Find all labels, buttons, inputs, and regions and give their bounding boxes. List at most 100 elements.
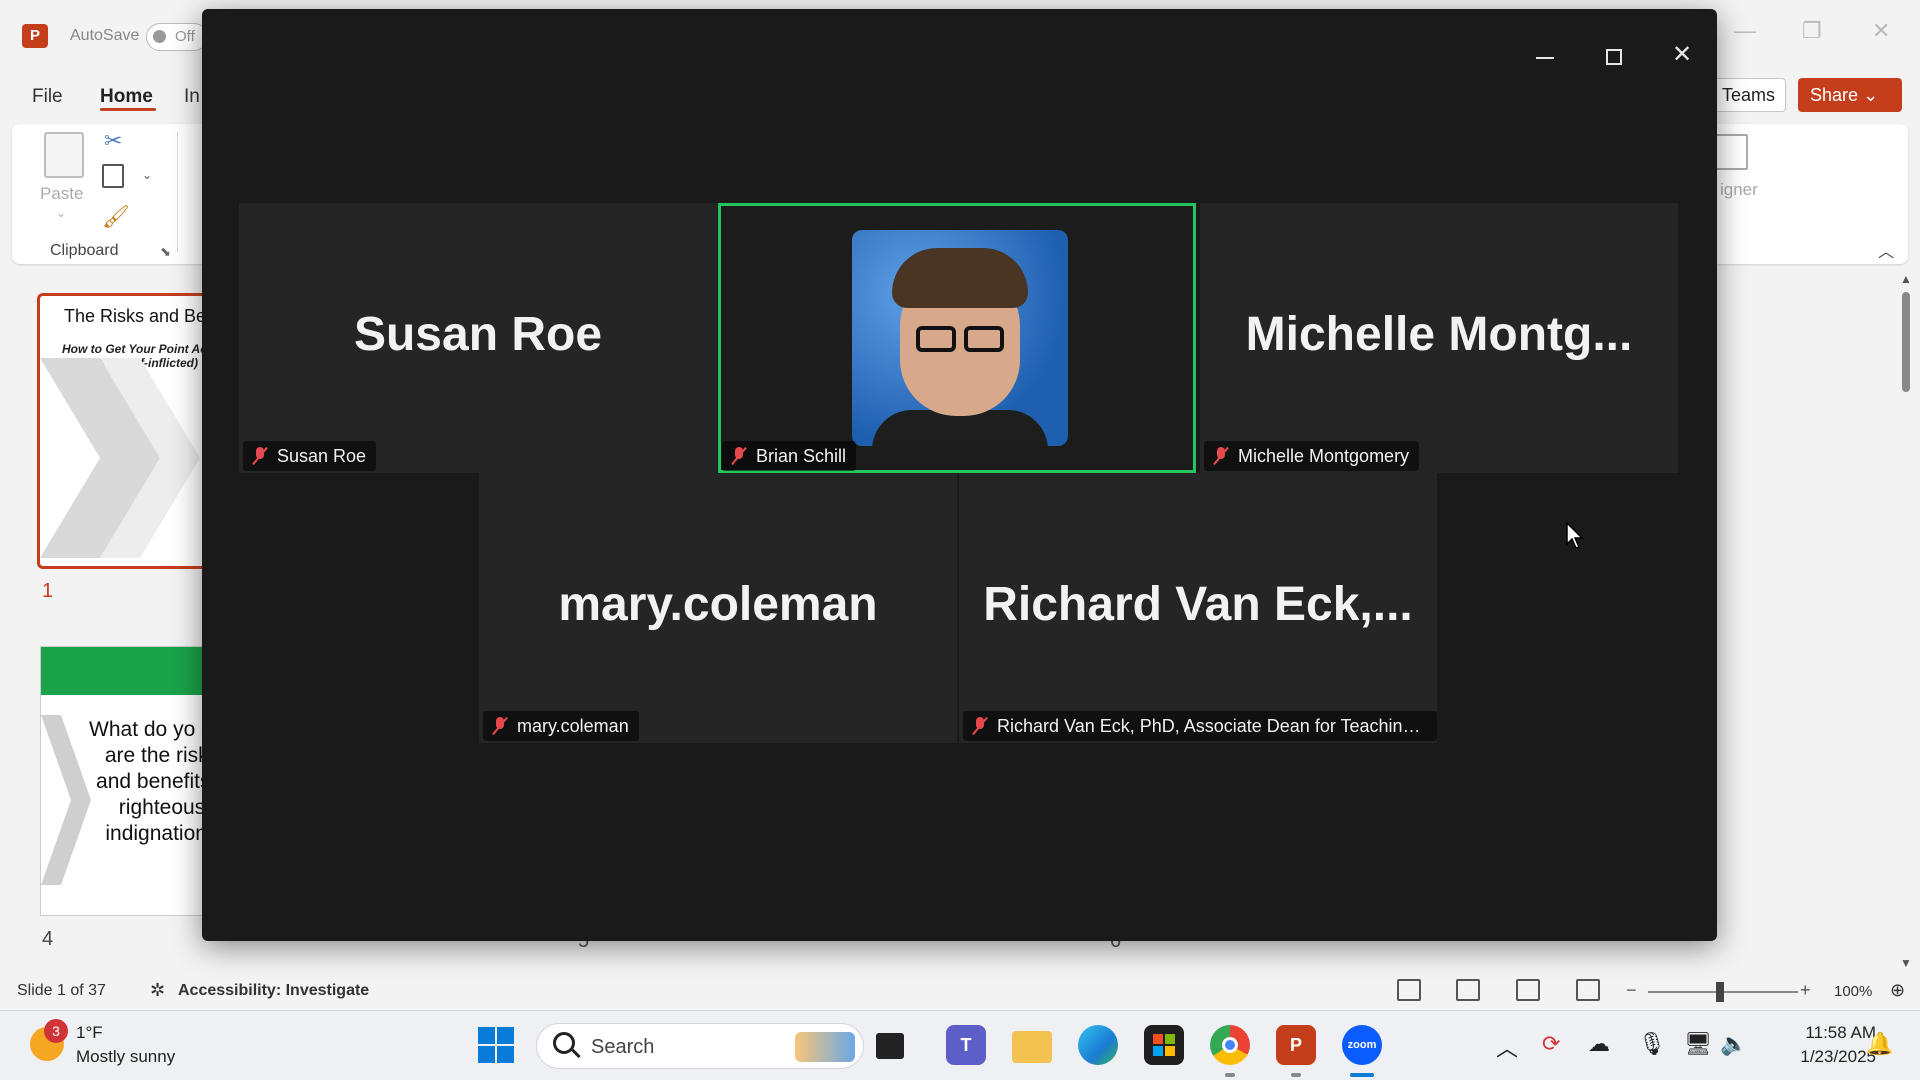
chevron-down-icon[interactable]: ⌄ (142, 168, 152, 182)
chevron-up-icon[interactable]: ︿ (1496, 1031, 1518, 1063)
participant-name-label: mary.coleman (483, 711, 639, 741)
microsoft-store-icon[interactable] (1144, 1025, 1184, 1065)
tab-insert[interactable]: In (184, 86, 200, 108)
active-app-indicator (1350, 1073, 1374, 1077)
clock-date[interactable]: 1/23/2025 (1776, 1047, 1876, 1067)
search-icon-handle (571, 1048, 581, 1059)
zoom-in-icon[interactable]: + (1800, 980, 1811, 1001)
slideshow-view-icon[interactable] (1576, 979, 1600, 1001)
ribbon-divider (177, 132, 178, 252)
maximize-icon[interactable] (1606, 49, 1622, 65)
clipboard-group-label: Clipboard (50, 242, 119, 259)
copy-icon[interactable] (102, 164, 124, 188)
autosave-state: Off (175, 28, 195, 45)
chevron-down-icon[interactable]: ⌄ (56, 206, 66, 220)
designer-icon[interactable] (1714, 134, 1748, 170)
volume-icon[interactable]: 🔈 (1720, 1031, 1747, 1057)
slide-chevron-graphic (40, 358, 200, 558)
participant-tile-active-speaker[interactable]: Brian Schill (718, 203, 1196, 473)
accessibility-status[interactable]: Accessibility: Investigate (178, 982, 369, 1000)
participant-tile[interactable]: Susan Roe Susan Roe (239, 203, 717, 473)
powerpoint-icon[interactable]: P (1276, 1025, 1316, 1065)
glasses-icon (916, 326, 956, 352)
teams-button[interactable]: Teams (1706, 78, 1786, 112)
weather-temperature[interactable]: 1°F (76, 1023, 103, 1043)
participant-video (852, 230, 1068, 446)
onedrive-icon[interactable]: ☁ (1588, 1031, 1610, 1057)
paste-button-label[interactable]: Paste (40, 184, 83, 204)
muted-mic-icon (492, 716, 508, 736)
cut-icon[interactable]: ✂ (104, 128, 122, 154)
teams-icon[interactable]: T (946, 1025, 986, 1065)
chevron-up-icon[interactable]: ︿ (1878, 238, 1894, 262)
paste-icon[interactable] (44, 132, 84, 178)
windows-taskbar: 3 1°F Mostly sunny Search T P zoom ︿ ⟳ ☁… (0, 1010, 1920, 1080)
participant-display-name: Richard Van Eck,... (983, 578, 1413, 631)
zoom-out-icon[interactable]: − (1626, 980, 1637, 1001)
toggle-knob-icon (153, 30, 166, 43)
slide-thumbnail-1[interactable]: The Risks and Be How to Get Your Point A… (37, 293, 217, 569)
muted-mic-icon (1213, 446, 1229, 466)
slide-sorter-view-icon[interactable] (1456, 979, 1480, 1001)
zoom-icon[interactable]: zoom (1342, 1025, 1382, 1065)
accessibility-icon[interactable]: ✲ (150, 980, 165, 1001)
designer-label[interactable]: igner (1720, 180, 1758, 200)
zoom-level[interactable]: 100% (1834, 983, 1872, 1000)
search-highlight-image (795, 1032, 855, 1062)
participant-name: Brian Schill (756, 446, 847, 466)
slide-body-text: What do yo see are the risks and benefit… (89, 718, 215, 845)
zoom-meeting-window: ✕ Susan Roe Susan Roe Brian Schill Miche… (202, 9, 1717, 941)
reading-view-icon[interactable] (1516, 979, 1540, 1001)
scroll-up-icon[interactable]: ▲ (1900, 272, 1912, 286)
share-button[interactable]: Share ⌄ (1798, 78, 1902, 112)
autosave-toggle[interactable]: Off (146, 23, 208, 51)
taskbar-search[interactable]: Search (536, 1023, 864, 1069)
participant-display-name: Michelle Montg... (1245, 308, 1633, 361)
black-window-app-icon[interactable] (876, 1033, 904, 1059)
ppt-close-icon[interactable]: ✕ (1872, 18, 1890, 44)
zoom-slider-thumb[interactable] (1716, 982, 1724, 1002)
scroll-down-icon[interactable]: ▼ (1900, 956, 1912, 970)
tab-home[interactable]: Home (100, 86, 153, 108)
slide-subtitle-line: How to Get Your Point Acr (62, 342, 212, 356)
dialog-launcher-icon[interactable]: ⬊ (160, 244, 171, 260)
participant-tile[interactable]: mary.coleman mary.coleman (479, 473, 957, 743)
tab-file[interactable]: File (32, 86, 63, 108)
vertical-scrollbar[interactable]: ▲ ▼ (1898, 272, 1916, 972)
normal-view-icon[interactable] (1397, 979, 1421, 1001)
chrome-icon[interactable] (1210, 1025, 1250, 1065)
format-painter-icon[interactable]: 🖌 (102, 204, 130, 230)
slide-title: The Risks and Be (64, 306, 207, 326)
mouse-cursor-icon (1566, 522, 1584, 549)
start-button[interactable] (478, 1027, 514, 1063)
clock-time[interactable]: 11:58 AM (1776, 1023, 1876, 1043)
chevron-down-icon: ⌄ (1863, 85, 1879, 105)
scrollbar-thumb[interactable] (1902, 292, 1910, 392)
ppt-minimize-icon[interactable]: — (1734, 18, 1756, 44)
status-bar: Slide 1 of 37 ✲ Accessibility: Investiga… (0, 976, 1920, 1006)
running-indicator (1225, 1073, 1235, 1077)
slide-thumbnail-4[interactable]: What do yo see are the risks and benefit… (40, 646, 215, 916)
participant-name: Michelle Montgomery (1238, 446, 1410, 466)
participant-name: Susan Roe (277, 446, 367, 466)
minimize-icon[interactable] (1536, 57, 1554, 59)
network-icon[interactable]: 🖥 (1684, 1031, 1712, 1057)
fit-to-window-icon[interactable]: ⊕ (1890, 980, 1905, 1001)
participant-tile[interactable]: Michelle Montg... Michelle Montgomery (1200, 203, 1678, 473)
notification-bell-icon[interactable]: 🔔 (1866, 1031, 1893, 1057)
ppt-restore-icon[interactable]: ❐ (1802, 18, 1822, 44)
slide-thumbnail-panel: The Risks and Be How to Get Your Point A… (0, 270, 217, 970)
edge-icon[interactable] (1078, 1025, 1118, 1065)
participant-name-label: Susan Roe (243, 441, 377, 471)
participant-name-label: Brian Schill (722, 441, 857, 471)
file-explorer-icon[interactable] (1012, 1031, 1052, 1063)
close-icon[interactable]: ✕ (1662, 35, 1702, 75)
windows-logo-pane (478, 1027, 495, 1044)
participant-display-name: Susan Roe (353, 308, 603, 361)
sync-icon[interactable]: ⟳ (1542, 1031, 1560, 1057)
active-tab-indicator (100, 108, 156, 111)
microphone-icon[interactable]: 🎙 (1638, 1031, 1666, 1057)
weather-description[interactable]: Mostly sunny (76, 1047, 175, 1067)
participant-tile[interactable]: Richard Van Eck,... Richard Van Eck, PhD… (959, 473, 1437, 743)
muted-mic-icon (252, 446, 268, 466)
